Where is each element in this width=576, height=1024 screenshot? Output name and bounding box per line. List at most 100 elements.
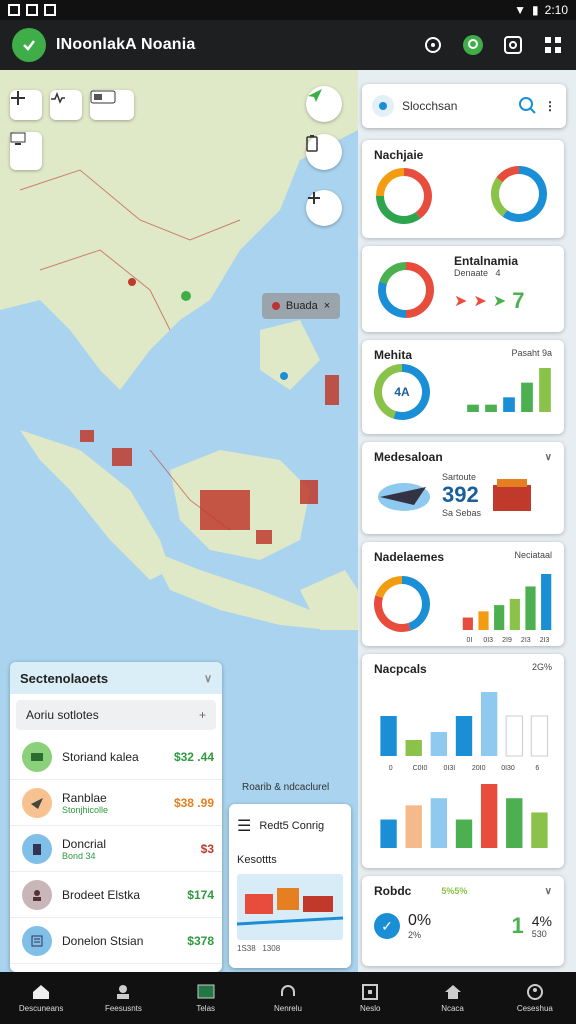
panel-header[interactable]: Sectenolaoets ∨ (10, 662, 222, 694)
tick-label: 2I9 (502, 637, 512, 644)
bar (430, 732, 448, 756)
grid-icon[interactable] (542, 34, 564, 56)
card-value: 7 (512, 288, 525, 313)
battery-icon: ▮ (532, 3, 539, 17)
more-icon[interactable]: ⋮ (544, 99, 556, 113)
chevron-down-icon[interactable]: ∨ (204, 672, 212, 685)
nav-label: Feesusnts (104, 1004, 142, 1013)
navigate-button[interactable] (306, 86, 342, 122)
chevron-down-icon[interactable]: ∨ (545, 452, 552, 463)
card-nachjaie[interactable]: Nachjaie (362, 140, 564, 238)
nav-label: Telas (196, 1004, 216, 1013)
crosshair-tool[interactable] (10, 90, 42, 120)
card-right-sub: 530 (531, 929, 547, 939)
plus-icon[interactable]: + (199, 708, 206, 722)
routes-card[interactable]: ☰ Redt5 Conrig Kesottts 1S38 1308 (229, 804, 351, 968)
card-robdc[interactable]: Robdc 5%5% ∨ ✓ 0% 2% 1 4% 530 (362, 876, 564, 966)
close-icon[interactable]: × (324, 300, 330, 312)
map-tooltip[interactable]: Buada × (262, 293, 340, 319)
panel-subheader[interactable]: Aoriu sotlotes + (16, 700, 216, 730)
card-mehita[interactable]: Mehita Pasaht 9a 4A (362, 340, 564, 434)
frame-icon (360, 983, 380, 1001)
pie-slice (491, 177, 508, 217)
status-bar: ▼ ▮ 2:10 (0, 0, 576, 20)
item-amount: $378 (187, 933, 214, 948)
tick-label: 2I3 (540, 637, 550, 644)
bar (525, 586, 536, 630)
card-entalnamia[interactable]: Entalnamia Denaate 4 ➤ ➤ ➤ 7 (362, 246, 564, 332)
list-item[interactable]: Ranblae Stonjhicolle $38 .99 (10, 780, 222, 826)
app-title: INoonlakA Noania (56, 36, 196, 53)
card-nacpcals[interactable]: Nacpcals 2G% 0 C0I0 0I3I 20I0 0I30 6 (362, 654, 564, 868)
search-icon[interactable] (502, 34, 524, 56)
routes-foot-1: 1S38 (237, 944, 256, 953)
bar (485, 404, 497, 412)
search-bar[interactable]: Slocchsan ⋮ (362, 84, 566, 128)
person-icon (22, 879, 52, 910)
battery-map-icon[interactable] (306, 134, 342, 170)
bar (503, 397, 515, 412)
menu-icon[interactable]: ☰ (237, 816, 251, 836)
pulse-tool[interactable] (50, 90, 82, 120)
target-icon[interactable] (422, 34, 444, 56)
list-item[interactable]: Brodeet Elstka $174 (10, 872, 222, 918)
nav-item-ceseshua[interactable]: Ceseshua (494, 972, 576, 1024)
card3-chart: 4A (374, 364, 551, 420)
layers-tool[interactable] (90, 90, 134, 120)
headset-icon (278, 983, 298, 1001)
card-sub2: 4 (495, 268, 501, 278)
chevron-down-icon[interactable]: ∨ (545, 886, 552, 897)
item-sub: Stonjhicolle (62, 804, 109, 815)
card-sub2: Sa Sebas (442, 508, 482, 518)
ticket-icon (22, 741, 52, 772)
card-medesaloan[interactable]: Medesaloan ∨ Sartoute 392 Sa Sebas (362, 442, 564, 534)
pie-slice (376, 195, 421, 224)
route-icon[interactable] (462, 34, 484, 56)
bar (405, 805, 422, 848)
pie-slice (502, 166, 547, 222)
marker-icon (372, 95, 394, 117)
card-right-pct: 4% (531, 913, 552, 929)
nav-item-descuneans[interactable]: Descuneans (0, 972, 82, 1024)
card-sub: Sartoute (442, 472, 477, 482)
routes-thumbnail (236, 874, 344, 940)
list-item[interactable]: Donelon Stsian $378 (10, 918, 222, 964)
card-nadelaemes[interactable]: Nadelaemes Neciataal 0I 0I3 2I9 2I3 2I3 (362, 542, 564, 646)
panel-subtitle: Aoriu sotlotes (26, 708, 99, 722)
zoom-in-button[interactable] (306, 190, 342, 226)
item-amount: $3 (200, 841, 214, 856)
pie-slice (405, 262, 434, 318)
nav-item-telas[interactable]: Telas (165, 972, 247, 1024)
list-icon (22, 925, 52, 956)
item-amount: $32 .44 (173, 749, 214, 764)
card-title: Nadelaemes (374, 550, 445, 564)
nav-item-feesusnts[interactable]: Feesusnts (82, 972, 164, 1024)
house-icon (443, 983, 463, 1001)
list-item[interactable]: Storiand kalea $32 .44 (10, 734, 222, 780)
search-input[interactable]: Slocchsan (402, 99, 510, 113)
card-title: Mehita (374, 348, 413, 362)
card-sub: Neciataal (514, 550, 552, 560)
item-name: Brodeet Elstka (62, 887, 141, 902)
nav-item-nenrelu[interactable]: Nenrelu (247, 972, 329, 1024)
nav-item-ncaca[interactable]: Ncaca (411, 972, 493, 1024)
panel-title: Sectenolaoets (20, 670, 109, 686)
nav-item-neslo[interactable]: Neslo (329, 972, 411, 1024)
bar (509, 598, 520, 630)
card-title: Robdc (374, 884, 412, 898)
pin-icon (271, 302, 280, 310)
card-right-value: 1 (511, 913, 524, 938)
item-sub: Bond 34 (62, 850, 96, 861)
list-item[interactable]: Doncrial Bond 34 $3 (10, 826, 222, 872)
search-icon[interactable] (518, 96, 536, 117)
home-icon (31, 983, 51, 1001)
bar (506, 798, 523, 848)
screen-tool[interactable] (10, 132, 42, 170)
bar (455, 819, 473, 848)
building-icon (493, 479, 532, 511)
card-title: Nacpcals (374, 662, 427, 676)
check-icon[interactable]: ✓ (374, 913, 400, 939)
tick-label: 0I (466, 637, 472, 644)
pie-slice (375, 576, 403, 599)
item-name: Donelon Stsian (62, 933, 144, 948)
